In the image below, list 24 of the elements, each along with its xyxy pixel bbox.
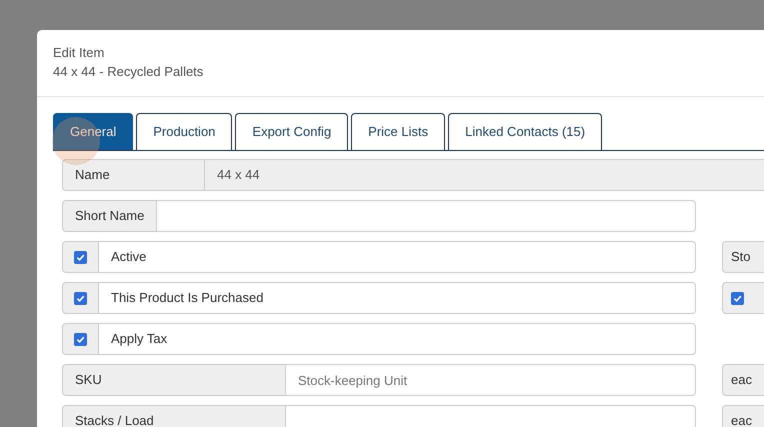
checkbox[interactable] [731,292,744,304]
field-label: SKU [62,364,286,396]
field-label: Stacks / Load [62,405,286,427]
field-label: Sto [722,241,764,273]
checkbox[interactable] [74,250,87,264]
tab[interactable]: Price Lists [351,113,446,150]
field-label: Short Name [62,200,158,232]
field-label: Name [62,159,205,191]
tab[interactable]: Production [136,113,232,150]
checkbox[interactable] [74,292,87,304]
field-label: eac [722,405,764,427]
tab[interactable]: Export Config [235,113,348,150]
name-field: 44 x 44 [205,159,764,191]
input-field[interactable] [157,200,696,232]
checkbox-label: Apply Tax [111,330,168,348]
checkbox-label: Active [111,248,146,266]
tab[interactable]: General [53,113,134,150]
input-field[interactable]: Stock-keeping Unit [286,364,696,396]
dialog-title: Edit Item [53,45,106,61]
dialog-subtitle: 44 x 44 - Recycled Pallets [53,64,204,80]
checkbox[interactable] [74,332,87,346]
tab[interactable]: Linked Contacts (15) [448,113,602,150]
field-label: eac [722,364,764,396]
checkbox-label: This Product Is Purchased [111,289,264,308]
